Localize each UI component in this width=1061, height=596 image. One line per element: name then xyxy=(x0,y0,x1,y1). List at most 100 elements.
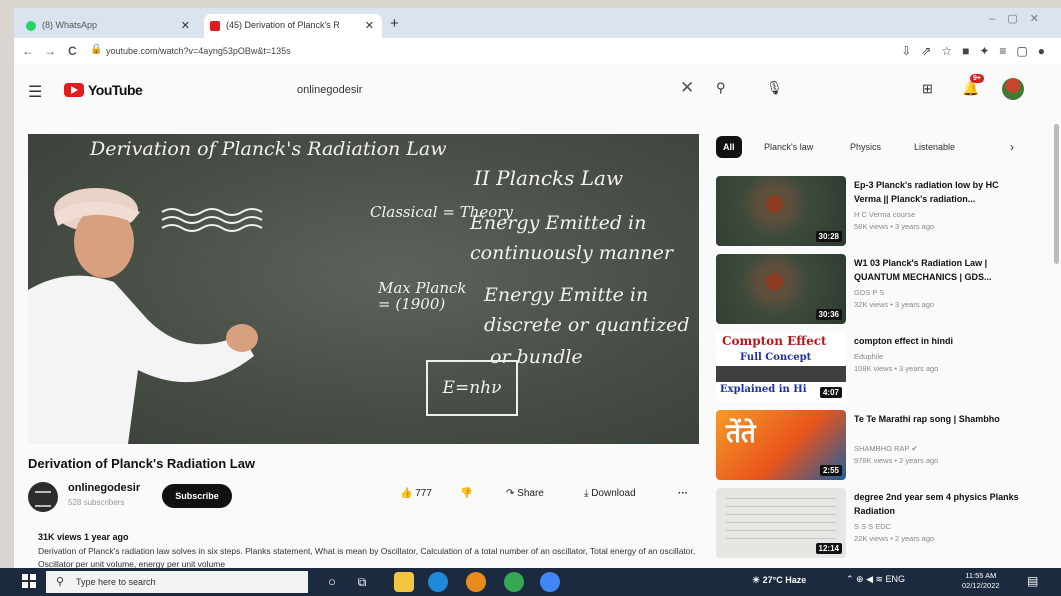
board-equation: E=nhν xyxy=(442,378,502,398)
recommendation-item[interactable]: Compton Effect Full Concept Explained in… xyxy=(716,332,1046,406)
recommendation-title: W1 03 Planck's Radiation Law | QUANTUM M… xyxy=(854,258,992,282)
recommendation-item[interactable]: 30:36 W1 03 Planck's Radiation Law | QUA… xyxy=(716,254,1046,328)
recommendation-item[interactable]: तेंते 2:55 Te Te Marathi rap song | Sham… xyxy=(716,410,1046,484)
weather-widget[interactable]: ☀ 27°C Haze xyxy=(752,575,806,586)
tab-whatsapp[interactable]: (8) WhatsApp ✕ xyxy=(20,14,198,38)
duration-badge: 30:36 xyxy=(815,309,842,320)
weather-text: 27°C Haze xyxy=(762,575,807,585)
search-icon[interactable]: ⚲ xyxy=(716,80,726,96)
video-thumbnail[interactable]: 30:28 xyxy=(716,176,846,246)
share-button[interactable]: ↷ Share xyxy=(506,488,544,499)
video-thumbnail[interactable]: तेंते 2:55 xyxy=(716,410,846,480)
share-label: Share xyxy=(517,488,544,499)
url-field[interactable]: youtube.com/watch?v=4ayng53pOBw&t=135s xyxy=(106,46,291,56)
video-player[interactable]: Derivation of Planck's Radiation Law II … xyxy=(28,134,699,444)
more-actions-icon[interactable]: ··· xyxy=(678,488,688,499)
file-explorer-icon[interactable] xyxy=(394,572,414,592)
chip-physics[interactable]: Physics xyxy=(850,136,881,158)
chalkboard: Derivation of Planck's Radiation Law II … xyxy=(28,134,699,444)
thumbnail-text: Full Concept xyxy=(740,352,812,363)
browser-window: (8) WhatsApp ✕ (45) Derivation of Planck… xyxy=(14,8,1061,568)
thumbnail-text: तेंते xyxy=(726,419,756,449)
video-thumbnail[interactable]: 12:14 xyxy=(716,488,846,558)
cortana-icon[interactable]: ○ xyxy=(322,572,342,592)
new-tab-button[interactable]: + xyxy=(390,15,399,32)
recommendation-title: Te Te Marathi rap song | Shambho xyxy=(854,414,1000,424)
clear-search-icon[interactable]: ✕ xyxy=(680,78,694,98)
action-center-icon[interactable]: ▤ xyxy=(1027,574,1038,588)
clock-date: 02/12/2022 xyxy=(962,581,1000,590)
chrome-icon[interactable] xyxy=(504,572,524,592)
thumbs-up-icon: 👍 xyxy=(400,488,413,499)
tab-bar: (8) WhatsApp ✕ (45) Derivation of Planck… xyxy=(14,8,1061,38)
forward-icon[interactable]: → xyxy=(44,44,56,58)
windows-start-icon[interactable] xyxy=(22,574,36,588)
hamburger-menu-icon[interactable]: ☰ xyxy=(28,82,42,102)
recommendation-meta: 58K views • 3 years ago xyxy=(854,222,935,231)
recommendation-channel: Eduphile xyxy=(854,352,884,361)
dislike-button[interactable]: 👎 xyxy=(460,488,472,499)
masthead: ☰ YouTube onlinegodesir ✕ ⚲ 🎙 ⊞ 🔔 9+ xyxy=(14,64,1061,114)
duration-badge: 12:14 xyxy=(815,543,842,554)
search-input[interactable]: onlinegodesir xyxy=(297,84,362,96)
tab-title: (45) Derivation of Planck's R xyxy=(226,20,340,30)
youtube-page: ☰ YouTube onlinegodesir ✕ ⚲ 🎙 ⊞ 🔔 9+ Deri… xyxy=(14,64,1061,568)
teacher-figure xyxy=(28,188,258,444)
chips-next-icon[interactable]: › xyxy=(1010,140,1014,154)
recommendation-item[interactable]: 12:14 degree 2nd year sem 4 physics Plan… xyxy=(716,488,1046,562)
recommendation-item[interactable]: 30:28 Ep-3 Planck's radiation low by HC … xyxy=(716,176,1046,250)
download-icon: ⤓ xyxy=(584,488,589,499)
address-bar: ← → C 🔒 youtube.com/watch?v=4ayng53pOBw&… xyxy=(14,38,1061,65)
chrome-profile-icon[interactable] xyxy=(540,572,560,592)
youtube-play-icon xyxy=(64,83,84,97)
firefox-icon[interactable] xyxy=(466,572,486,592)
recommendation-meta: 108K views • 3 years ago xyxy=(854,364,939,373)
edge-icon[interactable] xyxy=(428,572,448,592)
channel-name[interactable]: onlinegodesir xyxy=(68,482,140,494)
video-title: Derivation of Planck's Radiation Law xyxy=(28,456,256,471)
browser-toolbar-icons[interactable]: ⇩⇗☆■✦≡▢● xyxy=(901,44,1055,58)
board-classical-text: Energy Emitted in continuously manner xyxy=(470,212,673,264)
reload-icon[interactable]: C xyxy=(68,44,77,58)
close-tab-icon[interactable]: ✕ xyxy=(181,19,190,32)
chip-all[interactable]: All xyxy=(716,136,742,158)
duration-badge: 2:55 xyxy=(819,465,842,476)
thumbnail-text: Explained in Hi xyxy=(720,384,807,395)
thumbs-down-icon: 👎 xyxy=(460,488,473,499)
recommendation-channel: SHAMBHO RAP ✔ xyxy=(854,444,918,453)
close-tab-icon[interactable]: ✕ xyxy=(365,19,374,32)
board-heading: Derivation of Planck's Radiation Law xyxy=(90,138,447,160)
video-description[interactable]: Derivation of Planck's radiation law sol… xyxy=(38,545,698,568)
recommendation-meta: 22K views • 2 years ago xyxy=(854,534,935,543)
like-button[interactable]: 👍 777 xyxy=(400,488,432,499)
taskbar-search-box[interactable]: ⚲ Type here to search xyxy=(46,571,308,593)
sun-icon: ☀ xyxy=(752,575,761,585)
video-thumbnail[interactable]: Compton Effect Full Concept Explained in… xyxy=(716,332,846,402)
task-view-icon[interactable]: ⧉ xyxy=(352,572,372,592)
chip-listenable[interactable]: Listenable xyxy=(914,136,955,158)
video-thumbnail[interactable]: 30:36 xyxy=(716,254,846,324)
tray-icons: ⌃ ⊕ ◀ ≋ xyxy=(846,574,886,584)
chip-plancks-law[interactable]: Planck's law xyxy=(764,136,813,158)
recommendation-title: degree 2nd year sem 4 physics Planks Rad… xyxy=(854,492,1019,516)
tab-youtube[interactable]: (45) Derivation of Planck's R ✕ xyxy=(204,14,382,38)
page-scrollbar[interactable] xyxy=(1054,124,1059,264)
system-tray[interactable]: ⌃ ⊕ ◀ ≋ ENG xyxy=(846,574,905,585)
microphone-icon[interactable]: 🎙 xyxy=(766,80,783,96)
windows-taskbar: ⚲ Type here to search ○ ⧉ ☀ 27°C Haze ⌃ … xyxy=(0,568,1061,596)
account-avatar[interactable] xyxy=(1002,78,1024,100)
youtube-favicon-icon xyxy=(210,21,220,31)
window-controls[interactable]: –▢✕ xyxy=(989,12,1051,25)
create-video-icon[interactable]: ⊞ xyxy=(922,81,933,97)
youtube-logo[interactable]: YouTube xyxy=(64,82,143,98)
channel-label: SHAMBHO RAP xyxy=(854,444,910,453)
recommendation-meta: 978K views • 2 years ago xyxy=(854,456,939,465)
filter-chips: All Planck's law Physics Listenable xyxy=(716,136,1016,158)
channel-avatar[interactable] xyxy=(28,482,58,512)
back-icon[interactable]: ← xyxy=(22,44,34,58)
clock-time: 11:55 AM xyxy=(965,571,997,580)
notifications-bell-icon[interactable]: 🔔 9+ xyxy=(962,74,984,97)
download-button[interactable]: ⤓ Download xyxy=(584,488,636,499)
clock[interactable]: 11:55 AM 02/12/2022 xyxy=(962,571,1000,591)
subscribe-button[interactable]: Subscribe xyxy=(162,484,232,508)
